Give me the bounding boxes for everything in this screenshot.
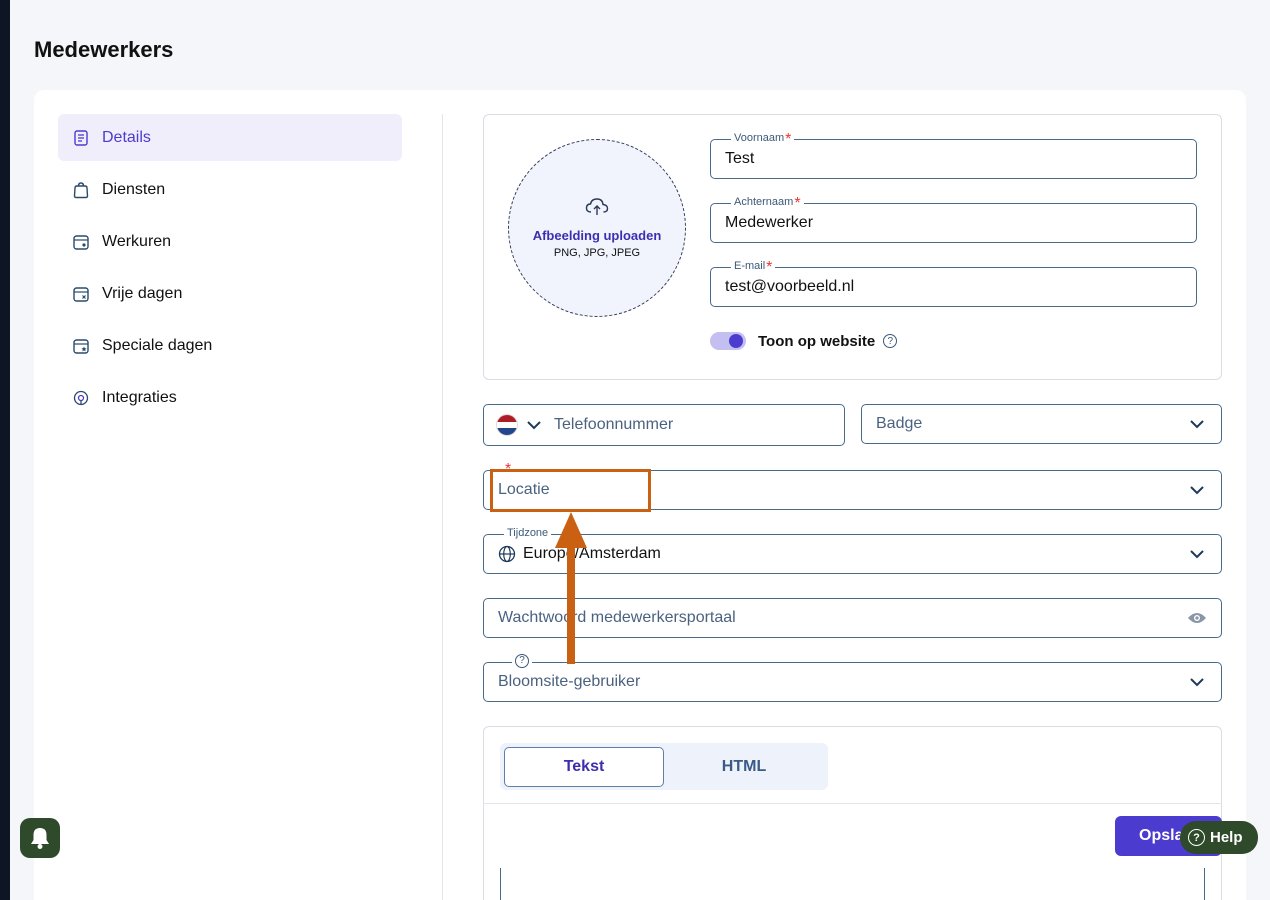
- help-button[interactable]: ? Help: [1180, 821, 1258, 854]
- email-field[interactable]: E-mail* test@voorbeeld.nl: [710, 259, 1197, 307]
- nav-item-label: Integraties: [102, 388, 177, 406]
- timezone-value: Europe/Amsterdam: [523, 545, 661, 562]
- first-name-value: Test: [725, 150, 755, 167]
- last-name-value: Medewerker: [725, 214, 814, 231]
- show-on-website-toggle[interactable]: [710, 332, 746, 350]
- tab-tekst[interactable]: Tekst: [504, 746, 664, 787]
- help-circle-icon[interactable]: ?: [883, 334, 898, 348]
- badge-select[interactable]: Badge: [861, 404, 1222, 444]
- editor-text-area[interactable]: [500, 868, 1205, 900]
- password-field[interactable]: Wachtwoord medewerkersportaal: [483, 598, 1222, 638]
- nav-item-label: Speciale dagen: [102, 336, 213, 354]
- help-circle-icon[interactable]: ?: [515, 654, 529, 668]
- first-name-field[interactable]: Voornaam* Test: [710, 131, 1197, 179]
- nav-item-label: Werkuren: [102, 232, 172, 250]
- tab-html[interactable]: HTML: [664, 747, 824, 787]
- calendar-clock-icon: [72, 233, 90, 251]
- editor-mode-tabs: Tekst HTML: [500, 743, 828, 790]
- chevron-down-icon: [1190, 550, 1204, 559]
- cloud-upload-icon: [585, 197, 609, 222]
- nav-item-label: Vrije dagen: [102, 284, 183, 302]
- calendar-x-icon: [72, 285, 90, 303]
- last-name-legend: Achternaam*: [731, 195, 804, 212]
- upload-title: Afbeelding uploaden: [532, 228, 662, 243]
- document-icon: [72, 129, 90, 147]
- show-on-website-label: Toon op website: [758, 332, 876, 350]
- notifications-button[interactable]: [20, 818, 60, 858]
- nav-item-werkuren[interactable]: Werkuren: [58, 218, 402, 265]
- bell-icon: [29, 826, 51, 850]
- email-legend: E-mail*: [731, 259, 776, 276]
- bag-icon: [72, 181, 90, 199]
- chevron-down-icon: [1190, 420, 1204, 429]
- help-circle-icon: ?: [1188, 829, 1205, 846]
- last-name-field[interactable]: Achternaam* Medewerker: [710, 195, 1197, 243]
- nav-item-vrije-dagen[interactable]: Vrije dagen: [58, 270, 402, 317]
- first-name-legend: Voornaam*: [731, 131, 795, 148]
- netherlands-flag-icon[interactable]: [496, 414, 518, 436]
- nav-item-label: Diensten: [102, 180, 166, 198]
- image-upload-dropzone[interactable]: Afbeelding uploaden PNG, JPG, JPEG: [508, 139, 686, 317]
- eye-icon[interactable]: [1187, 610, 1207, 626]
- nav-item-details[interactable]: Details: [58, 114, 402, 161]
- country-chevron-down-icon[interactable]: [526, 420, 542, 430]
- bloomsite-user-select[interactable]: ? Bloomsite-gebruiker: [483, 653, 1222, 702]
- email-value: test@voorbeeld.nl: [725, 278, 855, 295]
- side-nav: Details Diensten Werkuren Vrije dagen Sp…: [58, 114, 402, 426]
- page-title: Medewerkers: [34, 37, 174, 62]
- timezone-legend: Tijdzone: [504, 526, 552, 540]
- vertical-divider: [442, 114, 443, 900]
- left-edge-bar: [0, 0, 10, 900]
- editor-toolbar-divider: [483, 803, 1222, 804]
- bloomsite-help-legend: ?: [512, 653, 532, 668]
- chevron-down-icon: [1190, 678, 1204, 687]
- badge-placeholder: Badge: [876, 415, 923, 432]
- calendar-star-icon: [72, 337, 90, 355]
- chevron-down-icon: [1190, 486, 1204, 495]
- timezone-select[interactable]: Tijdzone Europe/Amsterdam: [483, 526, 1222, 574]
- bloomsite-user-placeholder: Bloomsite-gebruiker: [498, 673, 641, 690]
- show-on-website-row: Toon op website ?: [710, 332, 898, 350]
- nav-item-label: Details: [102, 128, 151, 146]
- password-placeholder: Wachtwoord medewerkersportaal: [498, 609, 736, 626]
- phone-placeholder: Telefoonnummer: [554, 416, 674, 433]
- nav-item-integraties[interactable]: Integraties: [58, 374, 402, 421]
- nav-item-diensten[interactable]: Diensten: [58, 166, 402, 213]
- nav-item-speciale-dagen[interactable]: Speciale dagen: [58, 322, 402, 369]
- annotation-highlight-box: [490, 469, 651, 512]
- globe-icon: [498, 545, 516, 563]
- help-label: Help: [1210, 829, 1243, 846]
- integration-icon: [72, 389, 90, 407]
- upload-formats: PNG, JPG, JPEG: [553, 247, 641, 259]
- annotation-arrow-icon: [555, 512, 587, 664]
- phone-field[interactable]: Telefoonnummer: [483, 404, 845, 446]
